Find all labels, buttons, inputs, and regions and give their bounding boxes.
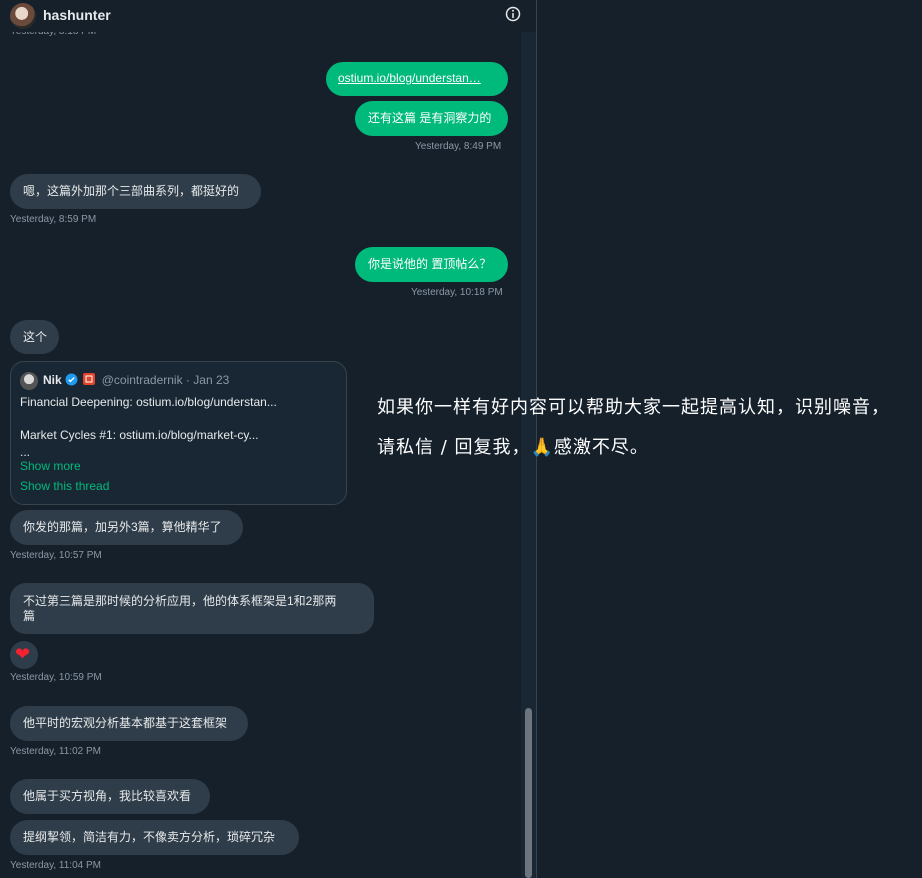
message-text: 嗯，这篇外加那个三部曲系列，都挺好的	[23, 184, 240, 198]
show-thread-link[interactable]: Show this thread	[20, 479, 109, 494]
verified-badge-icon	[65, 373, 78, 387]
tweet-author-name: Nik	[43, 373, 62, 387]
tweet-author-row: Nik @cointradernik · Jan 23	[43, 373, 229, 388]
timestamp: Yesterday, 11:02 PM	[10, 746, 101, 757]
show-more-link[interactable]: Show more	[20, 459, 81, 474]
quoted-tweet-card[interactable]: Nik @cointradernik · Jan 23 Financial De…	[10, 361, 347, 505]
message-text: 提纲挈领，简洁有力，不像卖方分析，琐碎冗杂	[23, 830, 276, 844]
heart-icon: ❤	[15, 644, 31, 665]
tweet-text-line: Financial Deepening: ostium.io/blog/unde…	[20, 395, 277, 409]
timestamp: Yesterday, 8:49 PM	[415, 141, 502, 152]
message-text-line: 不过第三篇是那时候的分析应用，他的体系框架是1和2那两	[23, 594, 337, 608]
message-text: 他平时的宏观分析基本都基于这套框架	[23, 716, 228, 730]
tweet-handle-date: @cointradernik · Jan 23	[101, 373, 230, 387]
timestamp: Yesterday, 10:18 PM	[411, 287, 503, 298]
avatar[interactable]	[10, 3, 36, 29]
message-text: 你发的那篇，加另外3篇，算他精华了	[23, 520, 222, 534]
timestamp: Yesterday, 10:59 PM	[10, 672, 102, 683]
message-received: 这个	[10, 320, 59, 354]
message-received: 不过第三篇是那时候的分析应用，他的体系框架是1和2那两 篇	[10, 583, 374, 634]
tweet-author-avatar	[20, 372, 38, 390]
message-sent: 你是说他的 置顶帖么？	[355, 247, 508, 282]
message-text: 这个	[23, 330, 48, 344]
conversation-header: hashunter	[0, 0, 536, 32]
tweet-text-line: Market Cycles #1: ostium.io/blog/market-…	[20, 428, 259, 442]
message-text: 他属于买方视角，我比较喜欢看	[23, 789, 192, 803]
affiliate-badge-icon	[81, 373, 96, 387]
conversation-username[interactable]: hashunter	[43, 7, 111, 23]
message-text-line: 篇	[23, 609, 36, 623]
info-icon[interactable]	[505, 6, 521, 22]
message-text: 你是说他的 置顶帖么？	[368, 257, 492, 271]
heart-reaction[interactable]: ❤	[10, 641, 38, 669]
message-sent-link[interactable]: ostium.io/blog/understan…	[326, 62, 508, 96]
message-received: 嗯，这篇外加那个三部曲系列，都挺好的	[10, 174, 261, 209]
overlay-caption-line: 请私信 / 回复我，🙏感激不尽。	[377, 437, 649, 458]
tweet-text-ellipsis: ...	[20, 445, 31, 459]
timestamp: Yesterday, 8:59 PM	[10, 214, 97, 225]
timestamp: Yesterday, 11:04 PM	[10, 860, 101, 871]
timestamp: Yesterday, 10:57 PM	[10, 550, 102, 561]
message-text: 还有这篇 是有洞察力的	[368, 111, 492, 125]
message-sent: 还有这篇 是有洞察力的	[355, 101, 508, 136]
message-link-text[interactable]: ostium.io/blog/understan…	[338, 71, 481, 86]
message-received: 提纲挈领，简洁有力，不像卖方分析，琐碎冗杂	[10, 820, 299, 855]
message-received: 他平时的宏观分析基本都基于这套框架	[10, 706, 248, 741]
message-received: 他属于买方视角，我比较喜欢看	[10, 779, 210, 814]
scrollbar-thumb[interactable]	[525, 708, 532, 878]
message-received: 你发的那篇，加另外3篇，算他精华了	[10, 510, 243, 545]
overlay-caption-line: 如果你一样有好内容可以帮助大家一起提高认知，识别噪音，	[377, 397, 890, 418]
